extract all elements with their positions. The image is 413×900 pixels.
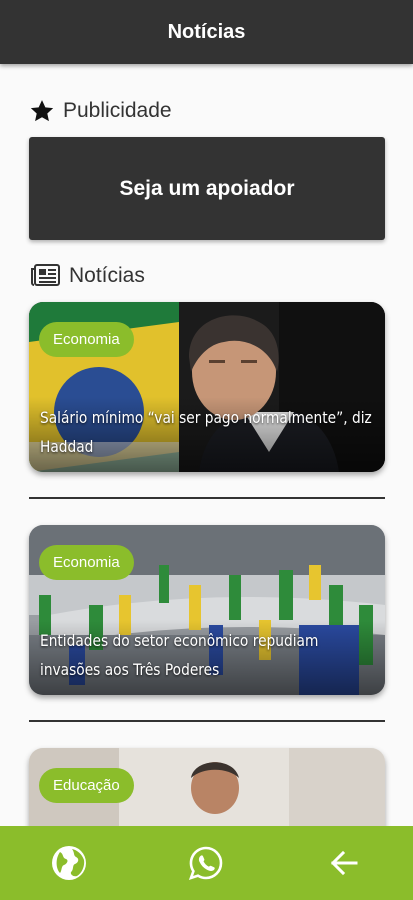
- star-icon: [29, 98, 55, 124]
- ad-section-header: Publicidade: [29, 98, 172, 124]
- back-button[interactable]: [314, 833, 374, 893]
- divider: [29, 497, 385, 499]
- page-title: Notícias: [167, 20, 246, 43]
- category-badge: Economia: [39, 322, 134, 357]
- ad-section-title: Publicidade: [63, 99, 172, 122]
- news-feed[interactable]: Publicidade Seja um apoiador Notícias Ec…: [0, 64, 413, 826]
- supporter-banner-label: Seja um apoiador: [119, 176, 295, 200]
- news-card[interactable]: Economia Entidades do setor econômico re…: [29, 525, 385, 695]
- back-arrow-icon: [331, 850, 358, 876]
- divider: [29, 720, 385, 722]
- newspaper-icon: [29, 263, 61, 289]
- app-bar: Notícias: [0, 0, 413, 64]
- globe-button[interactable]: [39, 833, 99, 893]
- news-card[interactable]: Economia Salário mínimo “vai ser pago no…: [29, 302, 385, 472]
- category-badge: Economia: [39, 545, 134, 580]
- bottom-navigation: [0, 826, 413, 900]
- news-section-title: Notícias: [69, 264, 145, 287]
- news-section-header: Notícias: [29, 263, 145, 289]
- article-title: Salário mínimo “vai ser pago normalmente…: [40, 408, 372, 456]
- supporter-banner[interactable]: Seja um apoiador: [29, 137, 385, 240]
- news-card[interactable]: Educação: [29, 748, 385, 826]
- category-badge: Educação: [39, 768, 134, 803]
- article-title: Entidades do setor econômico repudiam in…: [40, 631, 319, 679]
- whatsapp-button[interactable]: [176, 833, 236, 893]
- whatsapp-icon: [189, 846, 223, 881]
- globe-icon: [51, 846, 86, 880]
